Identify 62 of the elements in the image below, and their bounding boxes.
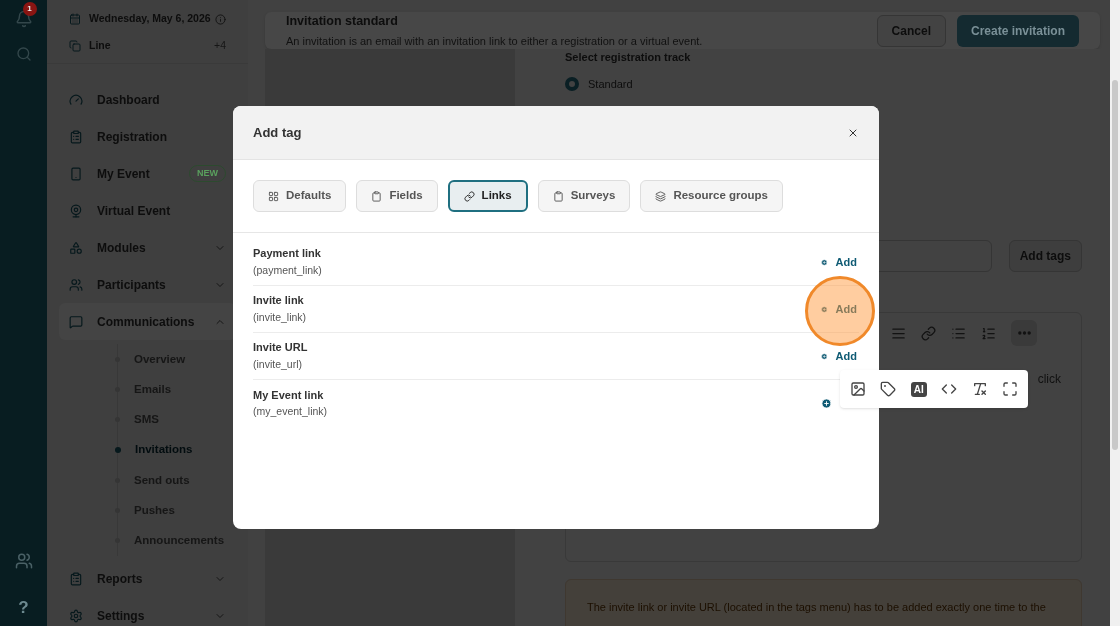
tag-name: Invite link	[253, 293, 305, 309]
calendar-icon	[69, 13, 81, 25]
gauge-icon	[69, 92, 83, 107]
clipboard-icon	[371, 190, 383, 202]
nav-item[interactable]: Communications	[59, 303, 236, 340]
create-invitation-button[interactable]: Create invitation	[956, 14, 1079, 47]
sub-nav-item[interactable]: Invitations	[135, 441, 193, 459]
webcam-icon	[69, 203, 83, 218]
clear-format-icon[interactable]	[971, 381, 988, 397]
radio-button[interactable]	[565, 77, 579, 91]
settings-icon	[69, 608, 83, 623]
tag-code: (my_event_link)	[253, 404, 329, 420]
shapes-icon	[69, 240, 83, 255]
tag-code: (invite_url)	[253, 356, 303, 372]
chat-icon	[69, 314, 83, 329]
more-button[interactable]	[1011, 320, 1037, 347]
tag-icon[interactable]	[880, 381, 897, 397]
add-tag-button[interactable]: Add	[821, 253, 859, 271]
plus-icon	[821, 350, 828, 362]
align-icon[interactable]	[891, 325, 906, 341]
tag-name: My Event link	[253, 387, 325, 403]
notification-badge: 1	[22, 2, 37, 16]
page-title: Invitation standard	[286, 13, 399, 30]
plus-icon	[821, 256, 828, 268]
tag-tab[interactable]: Surveys	[537, 180, 631, 212]
more-icon	[1017, 331, 1031, 336]
ai-button[interactable]: AI	[910, 381, 927, 397]
dialog-title: Add tag	[253, 123, 303, 142]
phone-icon	[69, 166, 83, 181]
tag-code: (invite_link)	[253, 309, 308, 325]
users-icon	[69, 277, 83, 292]
search-icon[interactable]	[15, 46, 32, 62]
notification-icon[interactable]	[14, 10, 33, 28]
tag-tab[interactable]: Links	[447, 180, 528, 212]
bullet-list-icon[interactable]	[951, 325, 966, 341]
tag-name: Payment link	[253, 246, 322, 262]
numbered-list-icon[interactable]	[981, 325, 996, 341]
copy-icon	[69, 40, 81, 52]
plus-icon	[821, 398, 832, 409]
image-icon[interactable]	[850, 381, 866, 397]
fullscreen-icon[interactable]	[1001, 381, 1018, 397]
code-icon[interactable]	[941, 381, 958, 397]
tag-code: (payment_link)	[253, 262, 323, 278]
link-icon	[463, 190, 475, 202]
add-tag-button[interactable]: Add	[821, 347, 859, 365]
tag-tab[interactable]: Defaults	[253, 180, 347, 212]
layers-icon	[655, 190, 667, 202]
clipboard-icon	[552, 190, 564, 202]
plus-icon	[821, 303, 828, 315]
link-icon[interactable]	[921, 325, 936, 341]
grid-icon	[268, 190, 279, 202]
info-icon[interactable]	[215, 13, 226, 25]
nav-label: Communications	[97, 313, 196, 331]
tag-name: Invite URL	[253, 340, 309, 356]
tag-tab[interactable]: Fields	[356, 180, 438, 212]
clipboard-icon	[69, 571, 83, 586]
add-tag-button[interactable]: Add	[821, 300, 859, 318]
clipboard-icon	[69, 129, 83, 144]
scrollbar[interactable]	[1110, 0, 1120, 626]
tag-tab[interactable]: Resource groups	[640, 180, 783, 212]
help-icon[interactable]: ?	[18, 598, 29, 618]
users-icon[interactable]	[14, 552, 33, 570]
